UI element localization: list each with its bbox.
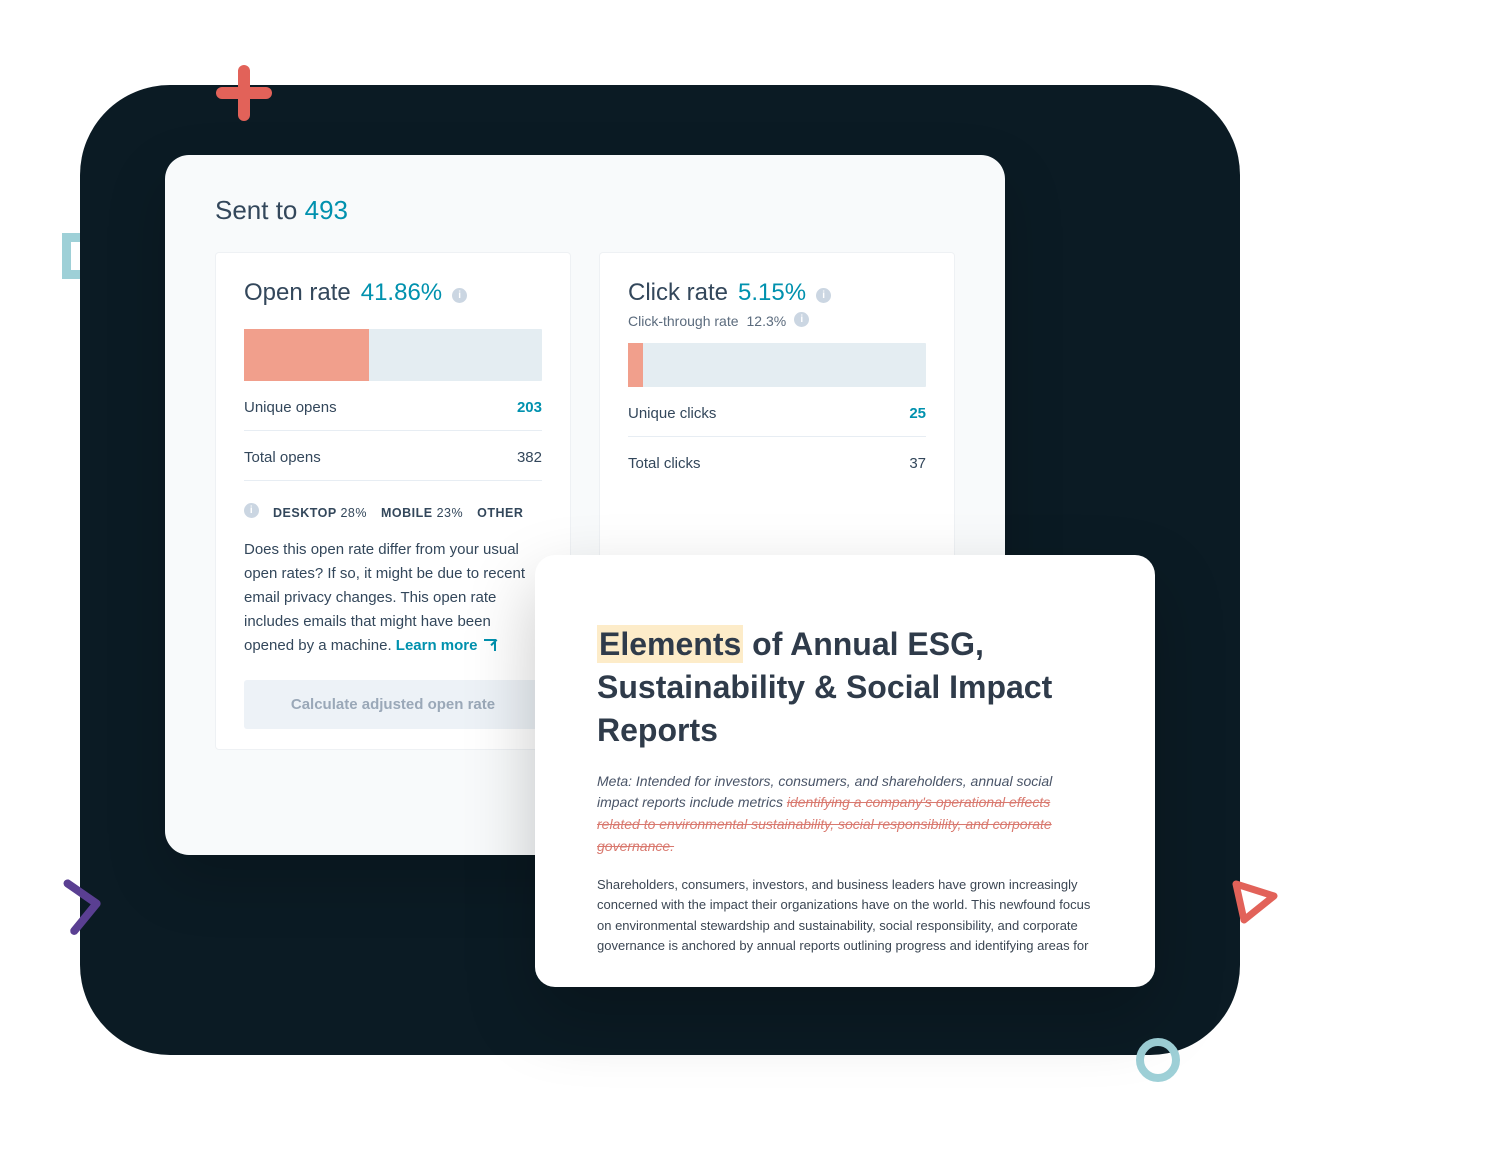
open-rate-pct: 41.86%	[361, 279, 442, 307]
calculate-adjusted-open-rate-button[interactable]: Calculate adjusted open rate	[244, 680, 542, 729]
open-rate-label: Open rate	[244, 279, 351, 307]
document-meta: Meta: Intended for investors, consumers,…	[597, 771, 1095, 858]
open-unique-row: Unique opens 203	[244, 381, 542, 431]
open-rate-explanation: Does this open rate differ from your usu…	[244, 538, 542, 658]
sent-to-label: Sent to	[215, 195, 297, 225]
info-icon[interactable]: i	[244, 503, 259, 518]
sent-to-line: Sent to 493	[215, 195, 955, 226]
info-icon[interactable]: i	[452, 288, 467, 303]
open-rate-panel: Open rate 41.86% i Unique opens 203 Tota…	[215, 252, 571, 750]
open-rate-bar-fill	[244, 329, 369, 381]
click-unique-row: Unique clicks 25	[628, 387, 926, 437]
learn-more-link[interactable]: Learn more	[396, 637, 496, 654]
document-title: Elements of Annual ESG, Sustainability &…	[597, 623, 1095, 753]
open-total-value: 382	[517, 449, 542, 466]
click-total-value: 37	[909, 455, 926, 472]
click-unique-value: 25	[909, 405, 926, 422]
circle-icon	[1136, 1038, 1180, 1082]
triangle-icon	[1230, 876, 1278, 924]
open-total-row: Total opens 382	[244, 431, 542, 481]
open-total-label: Total opens	[244, 449, 321, 466]
info-icon[interactable]: i	[816, 288, 831, 303]
open-rate-title: Open rate 41.86% i	[244, 279, 542, 307]
document-title-highlight: Elements	[597, 625, 743, 663]
external-link-icon	[484, 639, 496, 651]
click-total-row: Total clicks 37	[628, 437, 926, 486]
open-unique-label: Unique opens	[244, 399, 337, 416]
device-breakdown: i DESKTOP 28% MOBILE 23% OTHER	[244, 505, 542, 520]
click-unique-label: Unique clicks	[628, 405, 716, 422]
click-total-label: Total clicks	[628, 455, 701, 472]
device-other: OTHER	[477, 506, 523, 520]
click-rate-pct: 5.15%	[738, 279, 806, 307]
sent-to-count: 493	[305, 195, 348, 225]
click-rate-bar-fill	[628, 343, 643, 387]
click-rate-label: Click rate	[628, 279, 728, 307]
open-unique-value: 203	[517, 399, 542, 416]
click-rate-title: Click rate 5.15% i	[628, 279, 926, 307]
plus-icon	[216, 65, 272, 121]
device-desktop: DESKTOP 28%	[273, 506, 367, 520]
document-preview-card: Elements of Annual ESG, Sustainability &…	[535, 555, 1155, 987]
open-rate-bar	[244, 329, 542, 381]
click-rate-bar	[628, 343, 926, 387]
device-mobile: MOBILE 23%	[381, 506, 463, 520]
info-icon[interactable]: i	[794, 312, 809, 327]
click-through-subline: Click-through rate 12.3% i	[628, 313, 926, 329]
document-body: Shareholders, consumers, investors, and …	[597, 875, 1095, 956]
